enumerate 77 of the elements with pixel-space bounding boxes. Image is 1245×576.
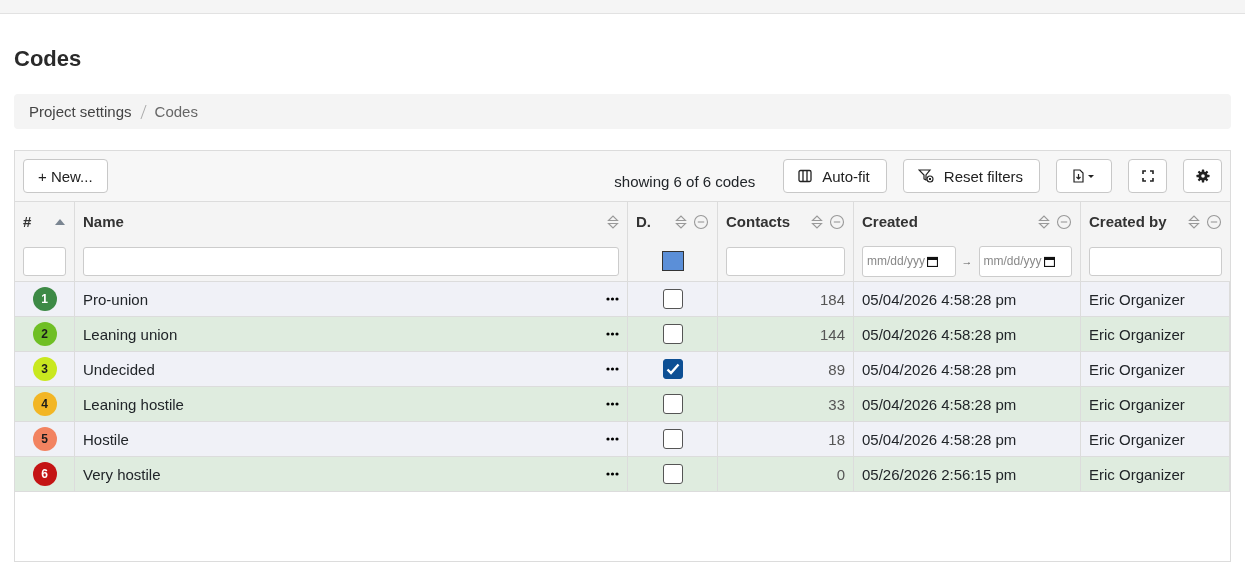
page-title: Codes: [14, 45, 83, 73]
column-header[interactable]: Created: [862, 213, 918, 230]
new-button[interactable]: + New...: [23, 159, 108, 193]
table-cell: 184: [819, 290, 845, 308]
code-number-badge: 3: [32, 357, 57, 381]
table-cell: 144: [819, 325, 845, 343]
table-cell: Eric Organizer: [1089, 430, 1185, 448]
filter-field[interactable]: [23, 246, 66, 276]
table-cell: 05/04/2026 4:58:28 pm: [862, 360, 1017, 378]
table-cell: 18: [828, 430, 845, 448]
download-file-icon: [1072, 169, 1096, 183]
table-cell: Leaning union: [83, 325, 178, 343]
fullscreen-icon: [1141, 170, 1154, 182]
sort-ascending-icon[interactable]: [54, 217, 66, 226]
settings-button[interactable]: [1183, 159, 1222, 193]
code-number-badge: 1: [32, 287, 57, 311]
export-dropdown-button[interactable]: [1056, 159, 1112, 193]
filter-field[interactable]: [1089, 246, 1222, 276]
date-field[interactable]: mm/dd/yyy: [978, 245, 1072, 277]
checkbox[interactable]: [662, 394, 683, 414]
filter-clear-icon: [917, 169, 934, 183]
more-icon[interactable]: [606, 332, 619, 336]
table-cell: 0: [836, 465, 845, 483]
more-icon[interactable]: [606, 437, 619, 441]
breadcrumb-link[interactable]: Codes: [154, 103, 198, 120]
checkbox[interactable]: [662, 359, 683, 379]
summary-text: showing 6 of 6 codes: [614, 172, 756, 190]
table-cell: Eric Organizer: [1089, 465, 1185, 483]
table-cell: 05/26/2026 2:56:15 pm: [862, 465, 1017, 483]
reset-filters-button[interactable]: Reset filters: [902, 159, 1040, 193]
date-field[interactable]: mm/dd/yyy: [862, 245, 956, 277]
filter-field[interactable]: [726, 246, 845, 276]
checkbox[interactable]: [662, 464, 683, 484]
more-icon[interactable]: [606, 402, 619, 406]
table-cell: Leaning hostile: [83, 395, 184, 413]
checkbox[interactable]: [662, 429, 683, 449]
column-header[interactable]: Name: [83, 213, 124, 230]
table-cell: Eric Organizer: [1089, 395, 1185, 413]
code-number-badge: 2: [32, 322, 57, 346]
checkbox[interactable]: [662, 324, 683, 344]
sort-icon[interactable]: [811, 213, 823, 230]
fullscreen-button[interactable]: [1128, 159, 1167, 193]
sort-icon[interactable]: [1038, 213, 1050, 230]
breadcrumb-link[interactable]: Project settings: [29, 103, 132, 120]
range-arrow: →: [961, 255, 973, 267]
table-cell: Very hostile: [83, 465, 161, 483]
code-number-badge: 6: [32, 462, 57, 486]
sort-icon[interactable]: [607, 213, 619, 230]
table-cell: 33: [828, 395, 845, 413]
calendar-icon[interactable]: [1043, 255, 1055, 267]
checkbox[interactable]: [662, 289, 683, 309]
table-cell: Undecided: [83, 360, 155, 378]
table-cell: Hostile: [83, 430, 129, 448]
table-cell: 05/04/2026 4:58:28 pm: [862, 290, 1017, 308]
sort-icon[interactable]: [675, 213, 687, 230]
filter-field[interactable]: [83, 246, 619, 276]
table-cell: 05/04/2026 4:58:28 pm: [862, 430, 1017, 448]
calendar-icon[interactable]: [927, 255, 938, 267]
code-number-badge: 4: [32, 392, 57, 416]
settings-icon: [1195, 169, 1210, 183]
table-cell: 05/04/2026 4:58:28 pm: [862, 395, 1017, 413]
table-cell: Eric Organizer: [1089, 325, 1185, 343]
table-cell: Eric Organizer: [1089, 290, 1185, 308]
code-number-badge: 5: [32, 427, 57, 451]
table-cell: 89: [828, 360, 845, 378]
more-icon[interactable]: [606, 367, 619, 371]
columns-icon: [798, 169, 813, 183]
more-icon[interactable]: [606, 297, 619, 301]
more-icon[interactable]: [606, 472, 619, 476]
filter-checkbox[interactable]: [661, 251, 684, 271]
column-header[interactable]: D.: [636, 213, 651, 230]
table-cell: 05/04/2026 4:58:28 pm: [862, 325, 1017, 343]
auto-fit-button[interactable]: Auto-fit: [783, 159, 887, 193]
table-cell: Pro-union: [83, 290, 149, 308]
column-header[interactable]: #: [23, 213, 32, 230]
sort-icon[interactable]: [1188, 213, 1200, 230]
table-cell: Eric Organizer: [1089, 360, 1185, 378]
